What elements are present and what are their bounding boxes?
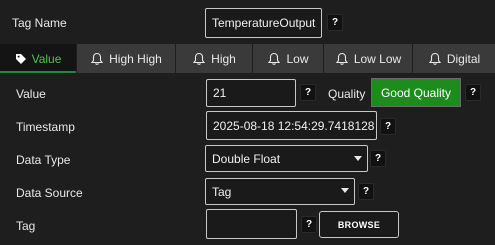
value-help-button[interactable]: ? [300,84,316,101]
data-type-select[interactable]: Double Float [205,145,368,172]
timestamp-help-button[interactable]: ? [380,118,396,135]
tab-high-high-label: High High [109,51,162,66]
browse-button[interactable]: BROWSE [319,211,399,238]
bell-icon [90,52,104,66]
tab-digital[interactable]: Digital [413,44,495,73]
tag-label: Tag [16,219,36,233]
tab-high-label: High [211,51,236,66]
data-source-help-button[interactable]: ? [358,183,374,200]
tab-high-high[interactable]: High High [77,44,176,73]
tab-low-label: Low [286,51,309,66]
tab-low[interactable]: Low [253,44,324,73]
value-text: 21 [213,86,227,100]
timestamp-text: 2025-08-18 12:54:29.7418128 [213,118,375,133]
bell-icon [428,52,442,66]
data-type-help-button[interactable]: ? [370,150,386,167]
tab-low-low-label: Low Low [353,51,402,66]
data-source-label: Data Source [16,186,83,200]
data-type-label: Data Type [16,153,71,167]
quality-label: Quality [328,87,366,101]
tag-input[interactable] [206,209,297,239]
tag-name-help-button[interactable]: ? [327,14,343,31]
tab-value-label: Value [31,51,62,66]
tag-help-button[interactable]: ? [301,216,317,233]
tab-bar: Value High High High Low Low Low Digital [0,44,495,73]
value-input[interactable]: 21 [206,79,296,107]
bell-icon [335,52,349,66]
tag-name-label: Tag Name [12,16,67,30]
chevron-down-icon [341,188,349,193]
chevron-down-icon [354,156,362,161]
bell-icon [267,52,281,66]
tag-icon [15,53,27,65]
data-type-value: Double Float [212,151,281,166]
bell-icon [192,52,206,66]
timestamp-label: Timestamp [16,120,75,134]
data-source-select[interactable]: Tag [205,178,355,205]
tab-value[interactable]: Value [0,44,77,73]
data-source-value: Tag [212,184,232,199]
value-label: Value [16,87,46,101]
timestamp-input[interactable]: 2025-08-18 12:54:29.7418128 [206,111,377,140]
tab-digital-label: Digital [446,51,481,66]
tab-high[interactable]: High [176,44,253,73]
quality-help-button[interactable]: ? [465,84,481,101]
tag-name-value: TemperatureOutput [212,16,316,30]
tag-name-input[interactable]: TemperatureOutput [205,8,322,38]
quality-status-badge: Good Quality [371,78,461,107]
tab-low-low[interactable]: Low Low [324,44,413,73]
